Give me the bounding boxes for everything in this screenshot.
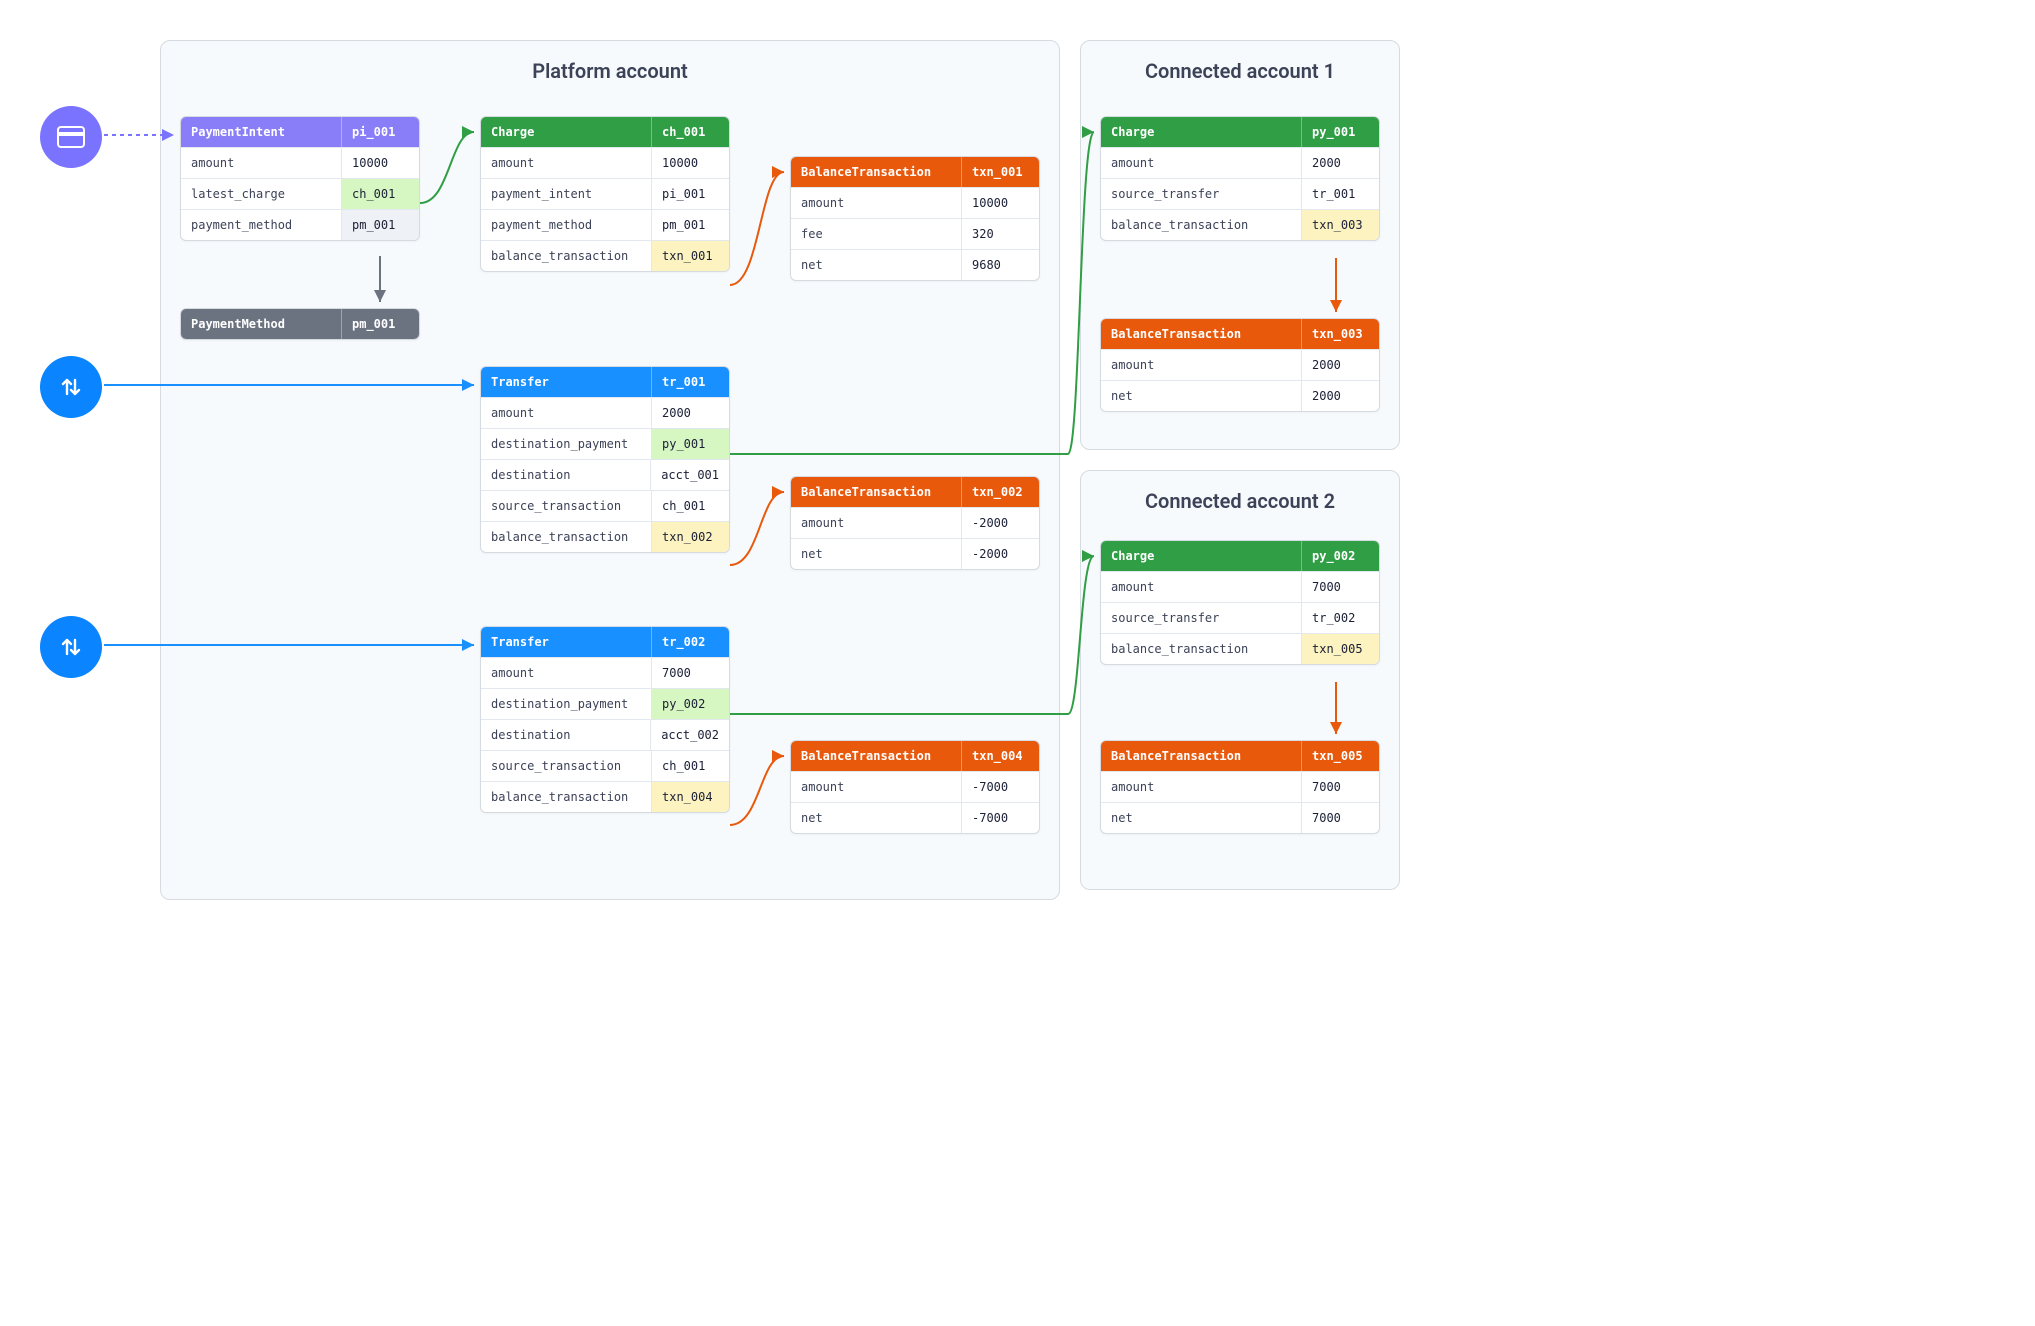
card-header: Charge py_002 <box>1101 541 1379 571</box>
transfer-card: Transfer tr_002 amount7000 destination_p… <box>480 626 730 813</box>
card-id: py_001 <box>1301 117 1379 147</box>
transfer-icon <box>40 616 102 678</box>
card-id: txn_005 <box>1301 741 1379 771</box>
card-id: pi_001 <box>341 117 419 147</box>
card-title: PaymentIntent <box>181 117 341 147</box>
card-header: Charge ch_001 <box>481 117 729 147</box>
card-id: txn_004 <box>961 741 1039 771</box>
charge-card: Charge py_002 amount7000 source_transfer… <box>1100 540 1380 665</box>
card-title: BalanceTransaction <box>791 157 961 187</box>
card-id: tr_001 <box>651 367 729 397</box>
card-header: PaymentMethod pm_001 <box>181 309 419 339</box>
card-title: BalanceTransaction <box>791 741 961 771</box>
charge-card: Charge py_001 amount2000 source_transfer… <box>1100 116 1380 241</box>
card-id: ch_001 <box>651 117 729 147</box>
card-icon <box>40 106 102 168</box>
card-title: BalanceTransaction <box>1101 741 1301 771</box>
card-header: BalanceTransaction txn_003 <box>1101 319 1379 349</box>
card-header: BalanceTransaction txn_001 <box>791 157 1039 187</box>
balance-transaction-card: BalanceTransaction txn_005 amount7000 ne… <box>1100 740 1380 834</box>
connected-account-2-title: Connected account 2 <box>1081 471 1399 521</box>
diagram-canvas: Platform account Connected account 1 Con… <box>40 40 1470 940</box>
card-title: Charge <box>1101 541 1301 571</box>
card-header: BalanceTransaction txn_004 <box>791 741 1039 771</box>
card-title: PaymentMethod <box>181 309 341 339</box>
card-id: txn_002 <box>961 477 1039 507</box>
card-title: Transfer <box>481 627 651 657</box>
card-header: Transfer tr_002 <box>481 627 729 657</box>
payment-intent-card: PaymentIntent pi_001 amount10000 latest_… <box>180 116 420 241</box>
card-header: Charge py_001 <box>1101 117 1379 147</box>
card-id: tr_002 <box>651 627 729 657</box>
transfer-card: Transfer tr_001 amount2000 destination_p… <box>480 366 730 553</box>
card-title: Transfer <box>481 367 651 397</box>
card-header: BalanceTransaction txn_005 <box>1101 741 1379 771</box>
card-title: BalanceTransaction <box>791 477 961 507</box>
card-title: Charge <box>1101 117 1301 147</box>
card-title: Charge <box>481 117 651 147</box>
card-title: BalanceTransaction <box>1101 319 1301 349</box>
card-header: BalanceTransaction txn_002 <box>791 477 1039 507</box>
card-id: py_002 <box>1301 541 1379 571</box>
platform-account-title: Platform account <box>161 41 1059 91</box>
connected-account-1-title: Connected account 1 <box>1081 41 1399 91</box>
balance-transaction-card: BalanceTransaction txn_003 amount2000 ne… <box>1100 318 1380 412</box>
card-id: txn_003 <box>1301 319 1379 349</box>
balance-transaction-card: BalanceTransaction txn_002 amount-2000 n… <box>790 476 1040 570</box>
transfer-icon <box>40 356 102 418</box>
balance-transaction-card: BalanceTransaction txn_004 amount-7000 n… <box>790 740 1040 834</box>
card-header: Transfer tr_001 <box>481 367 729 397</box>
card-header: PaymentIntent pi_001 <box>181 117 419 147</box>
card-id: txn_001 <box>961 157 1039 187</box>
card-id: pm_001 <box>341 309 419 339</box>
payment-method-card: PaymentMethod pm_001 <box>180 308 420 340</box>
balance-transaction-card: BalanceTransaction txn_001 amount10000 f… <box>790 156 1040 281</box>
charge-card: Charge ch_001 amount10000 payment_intent… <box>480 116 730 272</box>
